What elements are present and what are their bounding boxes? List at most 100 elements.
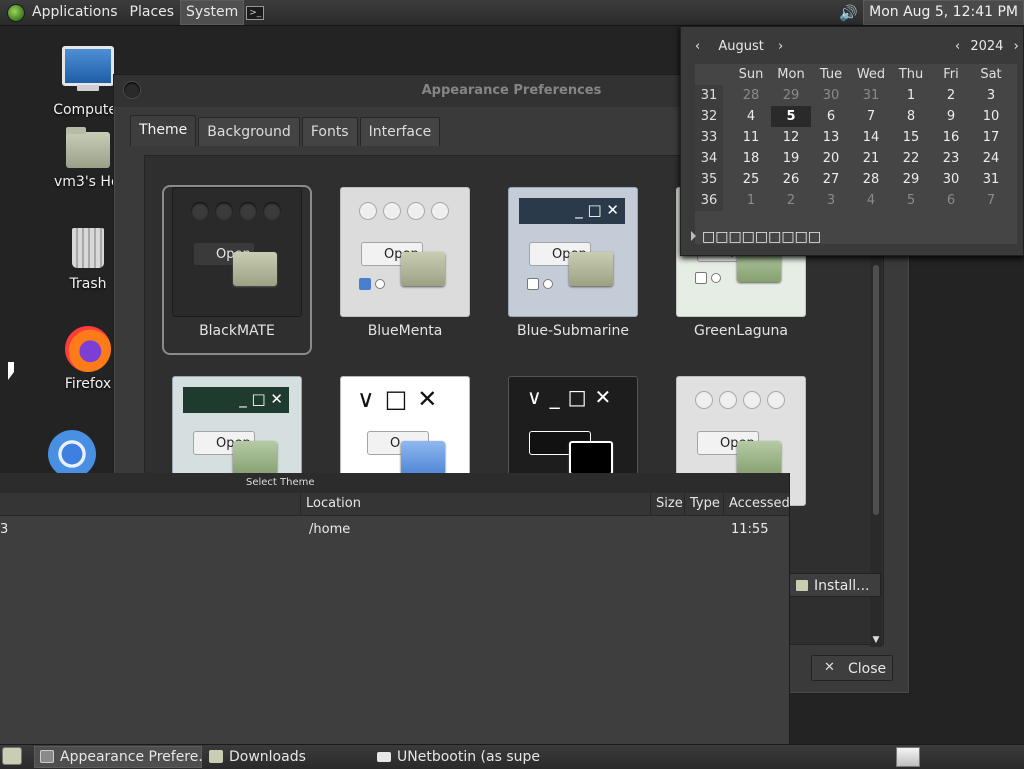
task-appearance-preferences[interactable]: Appearance Prefere... [34,746,202,768]
theme-tile-blue-submarine[interactable]: _ □ ✕ Open Blue-Submarine [498,178,648,353]
calendar-day[interactable]: 11 [731,127,771,148]
next-year-icon[interactable]: › [1014,39,1019,54]
calendar-day[interactable]: 7 [971,190,1011,211]
calendar-day[interactable]: 5 [891,190,931,211]
column-location[interactable]: Location [300,493,650,515]
calendar-locations-expander[interactable]: □□□□□□□□□ [691,229,821,245]
calendar-day[interactable]: 4 [851,190,891,211]
calendar-day[interactable]: 2 [931,85,971,106]
year-label: 2024 [970,39,1004,54]
window-controls-icon: ∨_□✕ [527,385,620,409]
calendar-day[interactable]: 10 [971,106,1011,127]
month-nav: ‹ August › [695,39,783,54]
calendar-day[interactable]: 1 [731,190,771,211]
calendar-day[interactable]: 8 [891,106,931,127]
column-type[interactable]: Type [684,493,724,515]
task-label: Downloads [229,749,306,765]
calendar-day[interactable]: 13 [811,127,851,148]
menu-places[interactable]: Places [124,0,181,25]
week-number: 35 [695,169,723,190]
calendar-day[interactable]: 20 [811,148,851,169]
window-controls-icon: _ □ ✕ [183,387,289,413]
prev-year-icon[interactable]: ‹ [955,39,960,54]
close-button[interactable]: ✕ Close [811,655,893,681]
home-folder-icon [66,127,110,168]
table-row[interactable]: 3 /home 11:55 [0,517,789,543]
calendar-day[interactable]: 30 [811,85,851,106]
calendar-day[interactable]: 6 [811,106,851,127]
calendar-day[interactable]: 16 [931,127,971,148]
calendar-day[interactable]: 2 [771,190,811,211]
volume-icon[interactable]: 🔊 [839,5,858,21]
calendar-day[interactable]: 17 [971,127,1011,148]
calendar-day[interactable]: 5 [771,106,811,127]
calendar-day[interactable]: 1 [891,85,931,106]
calendar-day[interactable]: 3 [811,190,851,211]
tab-background[interactable]: Background [198,117,300,146]
calendar-day[interactable]: 19 [771,148,811,169]
month-label: August [718,39,764,54]
calendar-day[interactable]: 14 [851,127,891,148]
terminal-icon[interactable]: >_ [246,5,265,20]
column-size[interactable]: Size [650,493,685,515]
tab-theme[interactable]: Theme [130,115,197,146]
calendar-day[interactable]: 6 [931,190,971,211]
calendar-day[interactable]: 30 [931,169,971,190]
calendar-day[interactable]: 25 [731,169,771,190]
calendar-day[interactable]: 29 [771,85,811,106]
calendar-day[interactable]: 27 [811,169,851,190]
mate-logo-icon[interactable] [8,4,24,21]
task-unetbootin[interactable]: UNetbootin (as supe... [371,746,541,768]
scrollbar-thumb[interactable] [873,265,879,515]
firefox-icon [65,326,111,372]
calendar-day[interactable]: 12 [771,127,811,148]
calendar-day[interactable]: 31 [851,85,891,106]
window-close-icon[interactable] [124,82,140,98]
folder-icon [209,750,223,763]
scroll-down-icon[interactable]: ▼ [870,635,882,645]
next-month-icon[interactable]: › [778,39,783,54]
desktop-icon-chromium[interactable] [27,430,117,478]
calendar-day[interactable]: 3 [971,85,1011,106]
calendar-day[interactable]: 23 [931,148,971,169]
task-downloads[interactable]: Downloads [203,746,367,768]
folder-icon [737,441,781,475]
calendar-day[interactable]: 21 [851,148,891,169]
folder-icon [233,441,277,475]
calendar-day[interactable]: 29 [891,169,931,190]
clock[interactable]: Mon Aug 5, 12:41 PM [863,0,1024,25]
calendar-day[interactable]: 4 [731,106,771,127]
weekday-header: Wed [856,67,886,82]
update-notifier-icon[interactable] [896,747,920,767]
menu-system[interactable]: System [180,0,245,25]
calendar-grid: Sun Mon Tue Wed Thu Fri Sat 31 28 29 30 31 1 2 3 32 4 5 6 7… [695,64,1017,244]
calendar-day[interactable]: 7 [851,106,891,127]
calendar-day[interactable]: 28 [851,169,891,190]
install-button[interactable]: Install... [789,573,881,597]
expander-triangle-icon [691,231,696,241]
weekday-header: Mon [777,67,805,82]
calendar-day[interactable]: 18 [731,148,771,169]
prev-month-icon[interactable]: ‹ [695,39,700,54]
column-accessed[interactable]: Accessed [723,493,790,515]
install-button-label: Install... [814,578,870,594]
theme-tile-blackmate[interactable]: Open BlackMATE [162,178,312,353]
locations-label: □□□□□□□□□ [702,229,822,245]
calendar-day[interactable]: 9 [931,106,971,127]
calendar-day[interactable]: 28 [731,85,771,106]
theme-tile-bluementa[interactable]: Open BlueMenta [330,178,480,353]
file-name: 3 [0,522,9,537]
calendar-day[interactable]: 22 [891,148,931,169]
theme-preview: Open [340,187,470,317]
tab-fonts[interactable]: Fonts [301,117,358,146]
weekday-header: Thu [898,67,924,82]
menu-applications[interactable]: Applications [26,0,124,25]
calendar-day[interactable]: 15 [891,127,931,148]
calendar-day[interactable]: 31 [971,169,1011,190]
desktop-icon-label: vm3's Home [54,174,122,190]
tab-interface[interactable]: Interface [359,117,441,146]
calendar-popup: ‹ August › ‹ 2024 › Sun Mon Tue Wed Thu Fri Sa… [680,26,1024,256]
calendar-day[interactable]: 26 [771,169,811,190]
show-desktop-icon[interactable] [3,748,21,764]
calendar-day[interactable]: 24 [971,148,1011,169]
